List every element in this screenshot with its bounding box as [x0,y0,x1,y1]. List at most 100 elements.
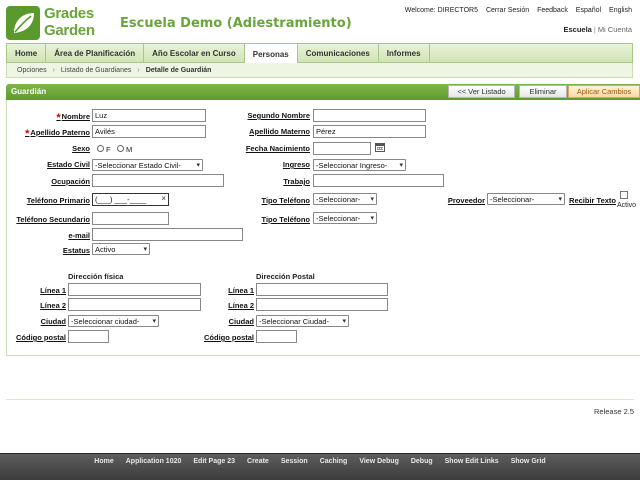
tipo-telefono-1-value: -Seleccionar- [316,194,361,204]
required-icon: * [25,128,30,140]
dev-session-link[interactable]: Session [275,458,314,465]
view-list-button[interactable]: << Ver Listado [448,85,515,98]
postal-ciudad-label: Ciudad [228,317,254,326]
estatus-label: Estatus [62,246,90,255]
estado-civil-select[interactable]: -Seleccionar Estado Civil- ▾ [92,159,203,171]
fisica-codigo-postal-field[interactable] [68,330,109,343]
tipo-telefono-2-value: -Seleccionar- [316,213,361,223]
postal-codigo-postal-field[interactable] [256,330,297,343]
postal-linea1-label: Línea 1 [228,286,254,295]
estatus-select[interactable]: Activo ▾ [92,243,150,255]
clear-icon[interactable]: × [161,194,166,203]
direccion-postal-title: Dirección Postal [256,272,315,281]
direccion-fisica-title: Dirección física [68,272,124,281]
sexo-m-radio[interactable] [117,145,124,152]
breadcrumb-opciones[interactable]: Opciones [17,67,47,74]
grades-garden-logo[interactable]: Grades Garden [6,6,110,40]
ingreso-value: -Seleccionar Ingreso- [316,160,388,170]
dev-edit-page-link[interactable]: Edit Page 23 [187,458,241,465]
fisica-linea2-field[interactable] [68,298,201,311]
dev-application-link[interactable]: Application 1020 [120,458,188,465]
recibir-texto-checkbox[interactable] [620,191,628,199]
tab-home[interactable]: Home [7,44,47,62]
logo-text: Grades Garden [44,6,95,38]
tipo-telefono-1-label: Tipo Teléfono [261,196,310,205]
apellido-materno-field[interactable]: Pérez [313,125,426,138]
tab-ano-escolar[interactable]: Año Escolar en Curso [144,44,245,62]
postal-linea1-field[interactable] [256,283,388,296]
chevron-down-icon: ▾ [152,318,156,325]
spanish-link[interactable]: Español [576,7,601,14]
dev-debug-link[interactable]: Debug [405,458,439,465]
developer-toolbar-items: Home Application 1020 Edit Page 23 Creat… [0,458,640,465]
tipo-telefono-2-label: Tipo Teléfono [261,215,310,224]
sexo-f-label: F [106,145,111,154]
trabajo-field[interactable] [313,174,444,187]
welcome-text: Welcome: DIRECTOR5 [404,7,478,14]
telefono-primario-field[interactable]: (___) ___-____ × [92,193,169,206]
dev-create-link[interactable]: Create [241,458,275,465]
apellido-paterno-field[interactable]: Avilés [92,125,206,138]
dev-show-edit-links[interactable]: Show Edit Links [439,458,505,465]
tab-personas[interactable]: Personas [244,44,298,65]
email-label: e-mail [68,231,90,240]
logo-line2: Garden [44,22,95,39]
chevron-right-icon: › [52,66,55,74]
fisica-ciudad-label: Ciudad [40,317,66,326]
school-link[interactable]: Escuela [564,25,592,34]
tipo-telefono-2-select[interactable]: -Seleccionar- ▾ [313,212,377,224]
postal-linea2-field[interactable] [256,298,388,311]
ingreso-select[interactable]: -Seleccionar Ingreso- ▾ [313,159,406,171]
breadcrumb-listado[interactable]: Listado de Guardianes [61,67,131,74]
logo-line1: Grades [44,5,94,22]
tab-comunicaciones[interactable]: Comunicaciones [298,44,379,62]
proveedor-select[interactable]: -Seleccionar- ▾ [487,193,565,205]
tipo-telefono-1-select[interactable]: -Seleccionar- ▾ [313,193,377,205]
telefono-secundario-field[interactable] [92,212,169,225]
top-links: Welcome: DIRECTOR5 Cerrar Sesión Feedbac… [399,7,632,14]
delete-button[interactable]: Eliminar [519,85,567,98]
email-field[interactable] [92,228,243,241]
dev-show-grid-link[interactable]: Show Grid [505,458,552,465]
sexo-m-label: M [126,145,133,154]
apellido-materno-label: Apellido Materno [249,127,310,136]
sexo-f-radio[interactable] [97,145,104,152]
recibir-texto-activo: Activo [617,202,637,209]
nombre-label: *Nombre [28,110,90,124]
tab-planificacion[interactable]: Área de Planificación [46,44,145,62]
main-tabs: Home Área de Planificación Año Escolar e… [6,43,633,65]
dev-home-link[interactable]: Home [88,458,119,465]
telefono-primario-label: Teléfono Primario [26,196,90,205]
segundo-nombre-field[interactable] [313,109,426,122]
telefono-secundario-label: Teléfono Secundario [16,215,90,224]
apellido-paterno-label: *Apellido Paterno [14,126,90,140]
logout-link[interactable]: Cerrar Sesión [486,7,529,14]
postal-linea2-label: Línea 2 [228,301,254,310]
apply-changes-button[interactable]: Aplicar Cambios [568,85,640,98]
chevron-down-icon: ▾ [342,318,346,325]
breadcrumb-current: Detalle de Guardián [145,66,212,74]
dev-caching-link[interactable]: Caching [314,458,354,465]
my-account-link[interactable]: Mi Cuenta [598,25,632,34]
calendar-icon[interactable] [375,143,385,152]
fisica-linea1-label: Línea 1 [40,286,66,295]
fisica-codigo-postal-label: Código postal [16,333,66,342]
nombre-field[interactable]: Luz [92,109,206,122]
english-link[interactable]: English [609,7,632,14]
fecha-nacimiento-field[interactable] [313,142,371,155]
chevron-right-icon: › [137,66,140,74]
leaf-logo-icon [6,6,40,40]
postal-ciudad-select[interactable]: -Seleccionar Ciudad- ▾ [256,315,349,327]
fisica-ciudad-value: -Seleccionar ciudad- [71,316,140,326]
estado-civil-value: -Seleccionar Estado Civil- [95,160,181,170]
segundo-nombre-label: Segundo Nombre [247,111,310,120]
fisica-ciudad-select[interactable]: -Seleccionar ciudad- ▾ [68,315,159,327]
dev-view-debug-link[interactable]: View Debug [353,458,405,465]
fisica-linea1-field[interactable] [68,283,201,296]
feedback-link[interactable]: Feedback [537,7,568,14]
proveedor-value: -Seleccionar- [490,194,535,204]
recibir-texto-label: Recibir Texto [569,196,616,205]
ocupacion-field[interactable] [92,174,224,187]
estatus-value: Activo [95,244,116,254]
tab-informes[interactable]: Informes [379,44,430,62]
